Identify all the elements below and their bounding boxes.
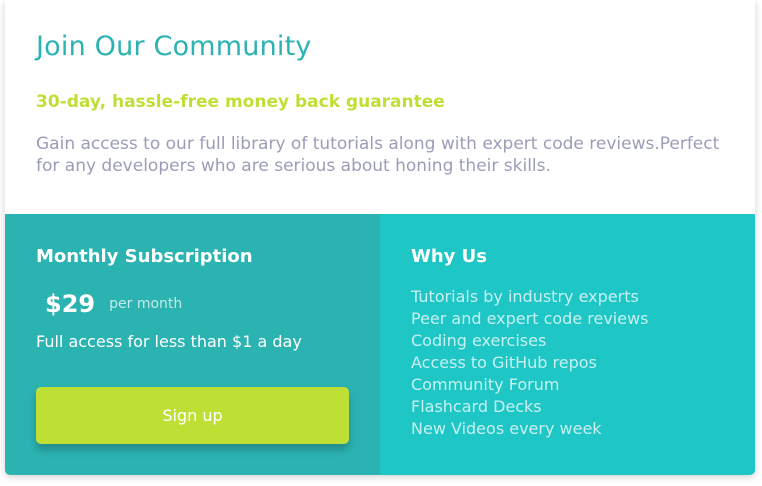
list-item: Peer and expert code reviews [411,309,649,328]
why-us-list: Tutorials by industry experts Peer and e… [411,286,649,440]
intro-section: Join Our Community 30-day, hassle-free m… [5,0,755,214]
price-period: per month [109,296,183,312]
subscription-panel: Monthly Subscription $29 per month Full a… [5,214,380,475]
list-item: New Videos every week [411,419,602,438]
list-item: Coding exercises [411,331,547,350]
list-item: Flashcard Decks [411,397,542,416]
access-note: Full access for less than $1 a day [36,332,302,351]
list-item: Access to GitHub repos [411,353,597,372]
list-item: Tutorials by industry experts [411,287,639,306]
guarantee-text: 30-day, hassle-free money back guarantee [36,92,445,112]
sign-up-button[interactable]: Sign up [36,387,349,444]
pricing-card: Join Our Community 30-day, hassle-free m… [5,0,755,475]
subscription-heading: Monthly Subscription [36,246,253,267]
description-text: Gain access to our full library of tutor… [36,134,720,176]
why-us-panel: Why Us Tutorials by industry experts Pee… [380,214,755,475]
price-row: $29 per month [45,290,182,318]
why-us-heading: Why Us [411,246,487,267]
price-value: $29 [45,290,96,318]
list-item: Community Forum [411,375,560,394]
page-title: Join Our Community [36,31,312,62]
